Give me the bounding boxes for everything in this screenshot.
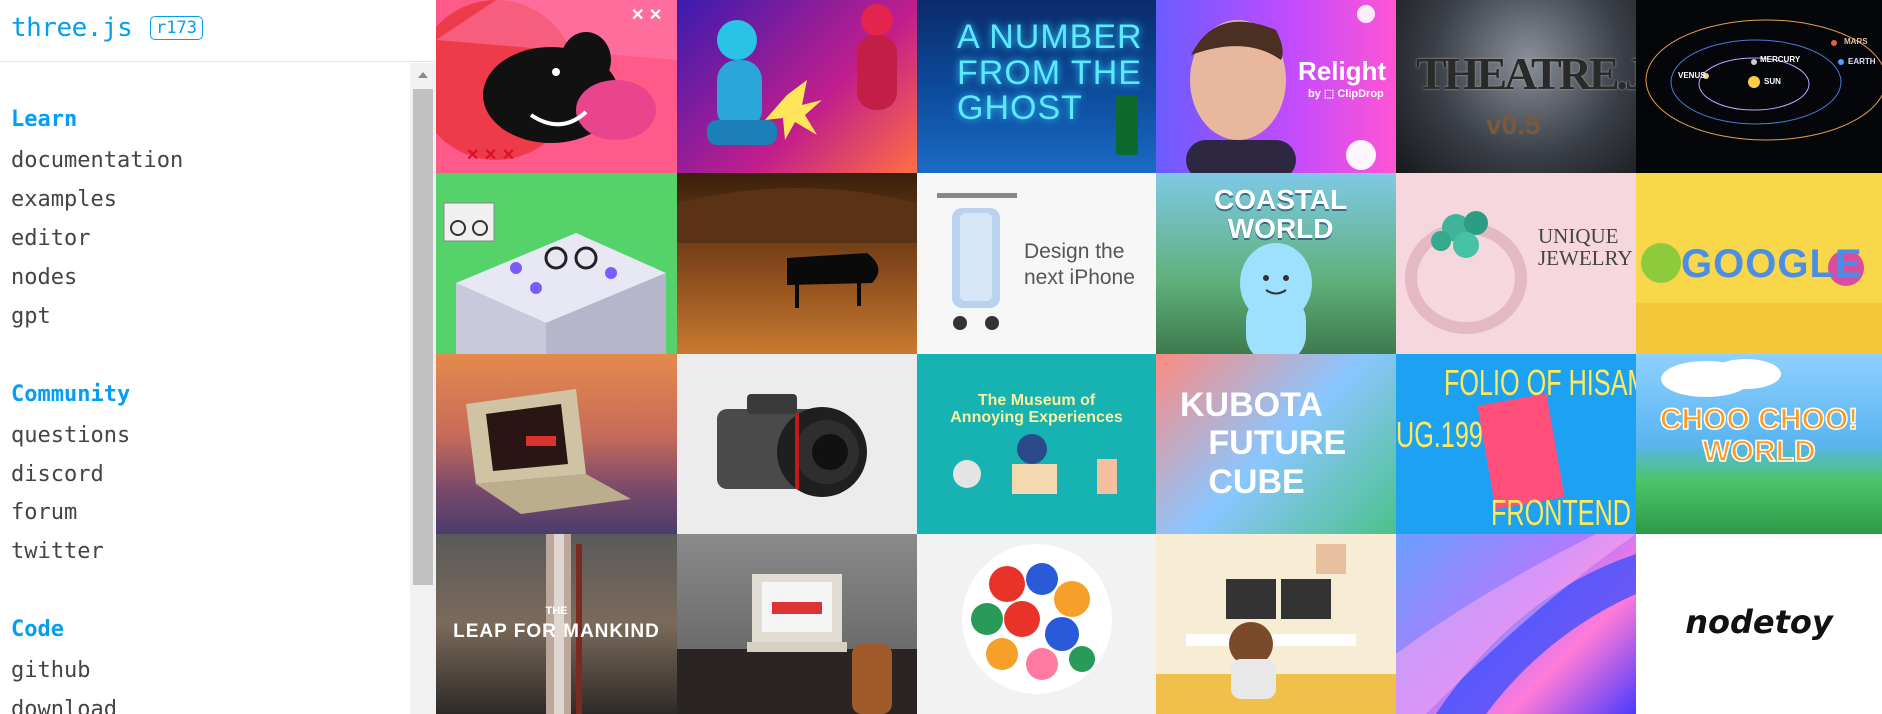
coastal-world-caption: COASTAL WORLD [1214,184,1348,245]
nav-link-download[interactable]: download [11,696,117,714]
projects-grid: ✕ ✕ ✕ ✕ ✕ A NUMBER FROM THE GHOST Religh… [436,0,1882,714]
project-tile-folio[interactable]: FOLIO OF HISAMI KU UG.1996 FRONTEND DEVE… [1396,354,1636,534]
nav-link-discord[interactable]: discord [11,461,104,489]
site-title-link[interactable]: three.js [11,13,133,43]
project-tile-retro-computer[interactable] [436,354,677,534]
svg-text:✕ ✕ ✕: ✕ ✕ ✕ [466,147,515,164]
nav-link-questions[interactable]: questions [11,422,130,450]
project-tile-museum[interactable]: The Museum of Annoying Experiences [917,354,1156,534]
nav-link-gpt[interactable]: gpt [11,303,51,331]
project-tile-jewelry[interactable]: UNIQUE JEWELRY [1396,173,1636,354]
section-heading-community: Community [11,382,131,407]
iphone-caption: Design the next iPhone [1024,240,1135,290]
project-tile-gradient-waves[interactable] [1396,534,1636,714]
solar-mars-label: MARS [1844,37,1868,46]
project-tile-flowers[interactable] [917,534,1156,714]
leap-the-caption: THE [545,605,568,617]
sidebar-scrollbar[interactable] [410,63,436,714]
nav-link-nodes[interactable]: nodes [11,264,77,292]
version-badge: r173 [150,16,203,40]
nav-link-documentation[interactable]: documentation [11,147,183,175]
app-root: three.js r173 Learn documentation exampl… [0,0,1882,714]
project-tile-nodetoy[interactable]: nodetoy [1636,534,1882,714]
project-tile-solar-system[interactable]: MARS EARTH MERCURY VENUS SUN [1636,0,1882,173]
project-tile-iphone[interactable]: Design the next iPhone [917,173,1156,354]
nav-link-forum[interactable]: forum [11,499,77,527]
nav-link-editor[interactable]: editor [11,225,90,253]
project-tile-bike-scene[interactable] [436,173,677,354]
project-tile-tapir[interactable]: ✕ ✕ ✕ ✕ ✕ [436,0,677,173]
nav-link-twitter[interactable]: twitter [11,538,104,566]
nav-link-github[interactable]: github [11,657,90,685]
project-tile-theatre[interactable]: THEATRE.JS v0.5 [1396,0,1636,173]
scrollbar-thumb[interactable] [413,89,433,585]
project-tile-leap-mankind[interactable]: THE LEAP FOR MANKIND [436,534,677,714]
project-tile-coastal-world[interactable]: COASTAL WORLD [1156,173,1396,354]
project-tile-number-ghost[interactable]: A NUMBER FROM THE GHOST [917,0,1156,173]
project-tile-kubota[interactable]: KUBOTA FUTURE CUBE [1156,354,1396,534]
project-tile-google-doodle[interactable]: GOOGLE [1636,173,1882,354]
header: three.js r173 [0,0,436,62]
project-tile-camera[interactable] [677,354,917,534]
choochoo-caption: CHOO CHOO! WORLD [1659,403,1859,468]
sidebar-panel: three.js r173 Learn documentation exampl… [0,0,436,714]
relight-caption: Relight [1298,56,1387,86]
museum-caption: The Museum of Annoying Experiences [950,392,1123,426]
number-ghost-caption: A NUMBER FROM THE GHOST [957,18,1143,128]
theatre-caption: THEATRE.JS [1416,48,1636,99]
project-tile-desk-coder[interactable] [1156,534,1396,714]
solar-earth-label: EARTH [1848,57,1876,66]
project-tile-piano-hall[interactable] [677,173,917,354]
google-caption: GOOGLE [1681,242,1863,286]
solar-mercury-label: MERCURY [1760,55,1801,64]
project-tile-office-pc[interactable] [677,534,917,714]
nodetoy-caption: nodetoy [1685,603,1833,641]
scroll-up-arrow-icon[interactable] [410,63,436,87]
folio-bottom-caption: FRONTEND DEVEL [1491,492,1636,533]
project-tile-relight[interactable]: Relight by ⬚ ClipDrop [1156,0,1396,173]
section-heading-learn: Learn [11,107,78,132]
sidebar-nav: Learn documentation examples editor node… [0,63,410,714]
solar-sun-label: SUN [1764,77,1781,86]
section-heading-code: Code [11,617,64,642]
project-tile-choo-choo-world[interactable]: CHOO CHOO! WORLD [1636,354,1882,534]
project-tile-shooter[interactable] [677,0,917,173]
nav-link-examples[interactable]: examples [11,186,117,214]
theatre-version-caption: v0.5 [1486,109,1541,140]
leap-caption: LEAP FOR MANKIND [453,621,660,642]
jewelry-caption: UNIQUE JEWELRY [1538,224,1633,271]
svg-text:✕ ✕: ✕ ✕ [631,7,662,24]
kubota-caption: KUBOTA FUTURE CUBE [1180,386,1347,501]
relight-by-caption: by ⬚ ClipDrop [1308,88,1384,100]
solar-venus-label: VENUS [1678,71,1706,80]
